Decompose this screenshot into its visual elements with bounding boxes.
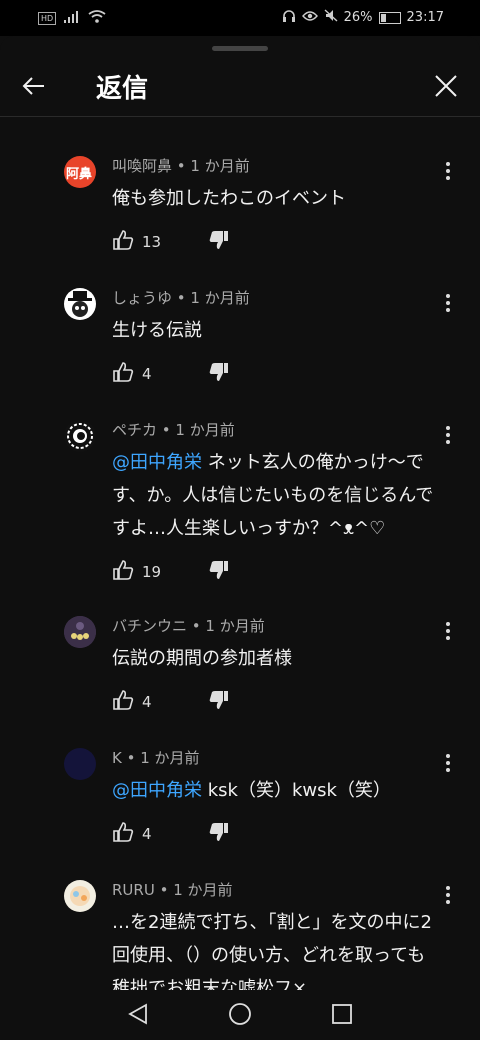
like-count: 4 (142, 693, 152, 711)
comment-meta: しょうゆ • 1 か月前 (112, 289, 250, 307)
like-count: 4 (142, 365, 152, 383)
replies-sheet: 返信 阿鼻 叫喚阿鼻 • 1 か月前 俺も参加したわこのイベント 13 しょうゆ… (0, 36, 480, 996)
more-options-icon[interactable] (440, 620, 456, 642)
comment-actions: 19 (112, 560, 230, 584)
more-options-icon[interactable] (440, 424, 456, 446)
dislike-icon[interactable] (208, 821, 230, 847)
comment-meta: RURU • 1 か月前 (112, 881, 233, 899)
more-options-icon[interactable] (440, 160, 456, 182)
comment-actions: 4 (112, 690, 230, 714)
comment-actions: 13 (112, 230, 230, 254)
author-name[interactable]: しょうゆ (112, 289, 172, 307)
battery-percent: 26% (343, 10, 373, 25)
comment-text: …を2連続で打ち、「割と」を文の中に2回使用、（）の使い方、どれを取っても稚拙で… (112, 912, 432, 990)
more-options-icon[interactable] (440, 884, 456, 906)
comment-text: 生ける伝説 (112, 320, 202, 341)
signal-icon (64, 10, 80, 27)
author-name[interactable]: バチンウニ (112, 617, 187, 635)
comment-meta: バチンウニ • 1 か月前 (112, 617, 265, 635)
like-count: 4 (142, 825, 152, 843)
like-icon[interactable] (112, 229, 134, 255)
headphones-icon (282, 9, 296, 26)
avatar[interactable] (64, 880, 96, 912)
dislike-icon[interactable] (208, 361, 230, 387)
more-options-icon[interactable] (440, 752, 456, 774)
close-icon[interactable] (430, 70, 462, 102)
comment-meta: K • 1 か月前 (112, 749, 200, 767)
like-icon[interactable] (112, 821, 134, 847)
comment-meta: ペチカ • 1 か月前 (112, 421, 235, 439)
page-title: 返信 (96, 74, 149, 104)
mention-link[interactable]: @田中角栄 (112, 780, 202, 801)
avatar[interactable] (64, 748, 96, 780)
battery-icon (378, 11, 401, 24)
comment-text: 伝説の期間の参加者様 (112, 648, 292, 669)
dislike-icon[interactable] (208, 559, 230, 585)
comment-text: 俺も参加したわこのイベント (112, 188, 346, 209)
avatar-text: 阿鼻 (66, 167, 93, 182)
avatar[interactable] (64, 420, 96, 452)
nav-recents-icon[interactable] (330, 1002, 354, 1030)
comment-time: 1 か月前 (175, 421, 235, 439)
mention-link[interactable]: @田中角栄 (112, 452, 202, 473)
back-arrow-icon[interactable] (18, 70, 50, 102)
like-count: 13 (142, 233, 162, 251)
eye-icon (301, 10, 318, 26)
avatar[interactable]: 阿鼻 (64, 156, 96, 188)
nav-back-icon[interactable] (126, 1002, 150, 1030)
like-icon[interactable] (112, 361, 134, 387)
sheet-header: 返信 (0, 60, 480, 117)
like-count: 19 (142, 563, 162, 581)
author-name[interactable]: 叫喚阿鼻 (112, 157, 172, 175)
comment-text: @田中角栄 ksk（笑）kwsk（笑） (112, 780, 391, 801)
hd-icon: HD (38, 12, 57, 25)
comment-text: @田中角栄 ネット玄人の俺かっけ〜です、か。人は信じたいものを信じるんですよ…人… (112, 452, 434, 539)
status-bar: HD 26% 23:17 (0, 0, 480, 36)
wifi-icon (88, 10, 106, 27)
comment-item: RURU • 1 か月前 …を2連続で打ち、「割と」を文の中に2回使用、（）の使… (0, 880, 480, 990)
comment-meta: 叫喚阿鼻 • 1 か月前 (112, 157, 250, 175)
dislike-icon[interactable] (208, 229, 230, 255)
clock: 23:17 (406, 10, 444, 25)
comment-time: 1 か月前 (205, 617, 265, 635)
comment-time: 1 か月前 (190, 157, 250, 175)
more-options-icon[interactable] (440, 292, 456, 314)
comment-actions: 4 (112, 822, 230, 846)
drag-handle[interactable] (212, 46, 268, 51)
mute-icon (324, 9, 338, 26)
dislike-icon[interactable] (208, 689, 230, 715)
like-icon[interactable] (112, 559, 134, 585)
system-nav-bar (0, 990, 480, 1040)
comment-time: 1 か月前 (173, 881, 233, 899)
author-name[interactable]: RURU (112, 881, 155, 899)
like-icon[interactable] (112, 689, 134, 715)
avatar[interactable] (64, 616, 96, 648)
comment-time: 1 か月前 (140, 749, 200, 767)
author-name[interactable]: K (112, 749, 122, 767)
comment-time: 1 か月前 (190, 289, 250, 307)
comment-actions: 4 (112, 362, 230, 386)
avatar[interactable] (64, 288, 96, 320)
nav-home-icon[interactable] (228, 1002, 252, 1030)
author-name[interactable]: ペチカ (112, 421, 157, 439)
